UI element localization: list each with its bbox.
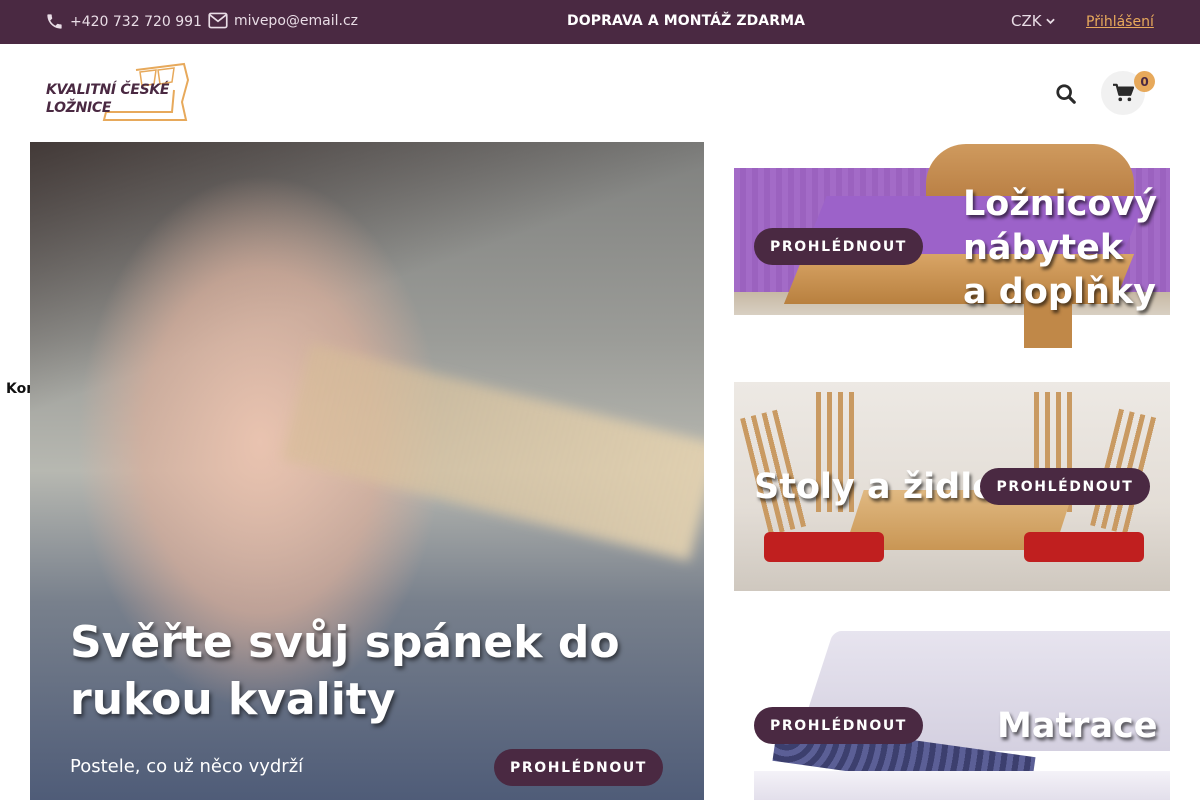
hero-view-button[interactable]: PROHLÉDNOUT <box>494 749 663 786</box>
search-icon[interactable] <box>1055 83 1077 105</box>
bedroom-title-line2: nábytek <box>963 228 1124 268</box>
image-edge-right <box>1072 315 1170 352</box>
category-card-mattresses[interactable]: PROHLÉDNOUT Matrace <box>734 621 1170 800</box>
envelope-icon <box>208 12 228 29</box>
category-card-bedroom[interactable]: PROHLÉDNOUT Ložnicový nábytek a doplňky <box>734 142 1170 352</box>
mattresses-title: Matrace <box>997 706 1158 746</box>
login-link[interactable]: Přihlášení <box>1086 14 1154 30</box>
promo-text: DOPRAVA A MONTÁŽ ZDARMA <box>567 13 806 29</box>
hero-subtitle: Postele, co už něco vydrží <box>70 756 304 777</box>
phone-icon <box>47 14 62 29</box>
shopping-cart-icon <box>1113 83 1134 102</box>
mattresses-view-button[interactable]: PROHLÉDNOUT <box>754 707 923 744</box>
phone-contact[interactable]: +420 732 720 991 <box>45 12 202 31</box>
mattress-side <box>754 771 1170 800</box>
tables-view-button[interactable]: PROHLÉDNOUT <box>980 468 1150 505</box>
category-card-tables[interactable]: Stoly a židle PROHLÉDNOUT <box>734 382 1170 591</box>
phone-number: +420 732 720 991 <box>70 13 202 30</box>
cart-count-badge: 0 <box>1134 71 1155 92</box>
currency-label: CZK <box>1011 12 1042 30</box>
chair-seat <box>1024 532 1144 562</box>
email-address: mivepo@email.cz <box>234 12 358 29</box>
bedroom-title-line3: a doplňky <box>963 272 1156 312</box>
chevron-down-icon <box>1045 18 1055 24</box>
logo[interactable]: KVALITNÍ ČESKÉ LOŽNICE <box>44 62 190 124</box>
hero-banner: Svěřte svůj spánek do rukou kvality Post… <box>30 142 704 800</box>
top-bar: +420 732 720 991 mivepo@email.cz DOPRAVA… <box>0 0 1200 44</box>
logo-text-line1: KVALITNÍ ČESKÉ <box>46 82 170 98</box>
tables-title: Stoly a židle <box>754 467 996 507</box>
currency-selector[interactable]: CZK <box>1011 12 1055 30</box>
hero-title: Svěřte svůj spánek do rukou kvality <box>70 617 620 725</box>
bedroom-view-button[interactable]: PROHLÉDNOUT <box>754 228 923 265</box>
email-contact[interactable]: mivepo@email.cz <box>208 12 358 29</box>
image-edge <box>734 315 1024 352</box>
hero-image <box>281 342 704 562</box>
chair-seat <box>764 532 884 562</box>
logo-text-line2: LOŽNICE <box>46 100 112 116</box>
bedroom-title-line1: Ložnicový <box>963 184 1158 224</box>
